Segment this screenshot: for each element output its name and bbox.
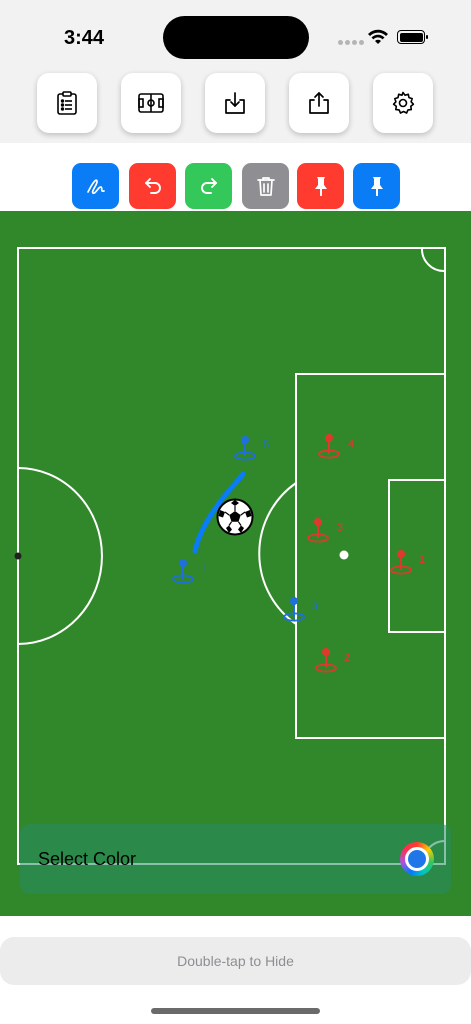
field-button[interactable] (121, 73, 181, 133)
blue-player-marker[interactable]: 5 (234, 435, 269, 466)
drawing-toolbar (0, 143, 471, 211)
save-button[interactable] (205, 73, 265, 133)
soccer-field-icon (138, 93, 164, 113)
redo-button[interactable] (185, 163, 232, 209)
pin-icon (315, 648, 337, 673)
home-indicator (151, 1008, 320, 1014)
top-toolbar (0, 68, 471, 143)
redo-arrow-icon (200, 178, 217, 194)
soccer-ball-icon[interactable] (216, 498, 254, 536)
blue-player-marker[interactable]: 3 (283, 596, 318, 627)
hide-bar-text: Double-tap to Hide (177, 953, 294, 969)
pin-icon (234, 436, 256, 461)
share-icon (309, 92, 329, 114)
lineup-button[interactable] (37, 73, 97, 133)
color-picker-panel: Select Color (20, 824, 451, 894)
pin-icon (370, 177, 383, 196)
clipboard-list-icon (57, 91, 77, 115)
status-bar: 3:44 (0, 0, 471, 68)
marker-label: 1 (419, 554, 426, 566)
download-icon (225, 92, 245, 114)
select-color-label: Select Color (38, 849, 137, 869)
color-well-button[interactable] (400, 842, 434, 876)
marker-label: 1 (202, 563, 209, 575)
settings-button[interactable] (373, 73, 433, 133)
trash-icon (256, 177, 275, 196)
marker-label: 5 (263, 439, 270, 451)
status-time: 3:44 (64, 27, 105, 49)
red-player-marker[interactable]: 3 (307, 517, 343, 548)
red-player-marker[interactable]: 2 (315, 647, 350, 678)
marker-label: 3 (337, 522, 344, 534)
marker-label: 3 (312, 601, 319, 613)
undo-arrow-icon (144, 178, 161, 194)
scribble-icon (86, 179, 105, 195)
selected-color-swatch (408, 850, 426, 868)
red-player-marker[interactable]: 1 (390, 549, 425, 580)
draw-button[interactable] (72, 163, 119, 209)
blue-pin-button[interactable] (353, 163, 400, 209)
cellular-signal-icon (338, 40, 364, 46)
soccer-field-canvas[interactable]: 4 3 1 2 5 1 3 Select Color (0, 211, 471, 916)
dynamic-island (163, 16, 309, 59)
wifi-icon (368, 29, 388, 44)
pin-icon (172, 559, 194, 584)
pin-icon (314, 177, 327, 196)
marker-label: 4 (348, 438, 355, 450)
red-pin-button[interactable] (297, 163, 344, 209)
blue-player-marker[interactable]: 1 (172, 558, 208, 589)
red-player-marker[interactable]: 4 (318, 433, 354, 464)
pin-icon (283, 597, 305, 622)
hide-bar[interactable]: Double-tap to Hide (0, 937, 471, 985)
marker-label: 2 (344, 652, 351, 664)
undo-button[interactable] (129, 163, 176, 209)
gear-icon (392, 91, 415, 114)
pin-icon (390, 550, 412, 575)
pin-icon (318, 434, 340, 459)
battery-icon (397, 30, 428, 44)
pin-icon (307, 518, 329, 543)
share-button[interactable] (289, 73, 349, 133)
clear-button[interactable] (242, 163, 289, 209)
